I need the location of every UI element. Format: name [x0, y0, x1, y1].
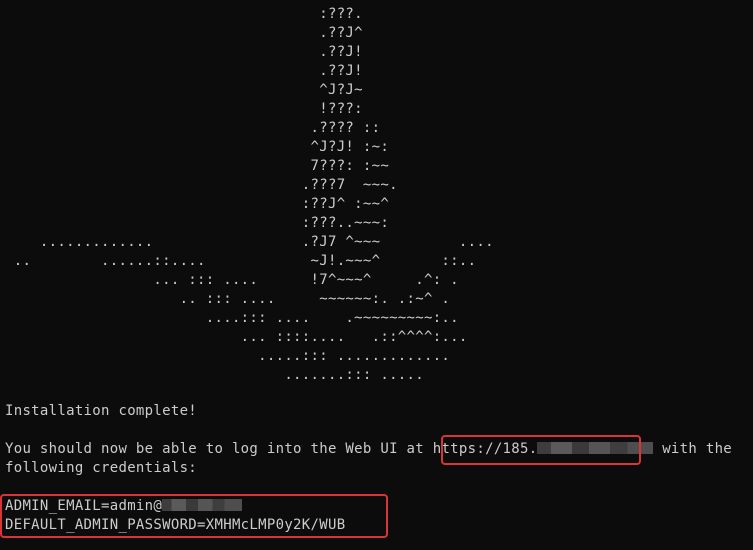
terminal-window[interactable]: :???. .??J^ .??J! .??J! ^J?J~ !???: .???…	[0, 0, 753, 550]
ascii-line: .??J!	[5, 63, 363, 79]
login-suffix-text: with the	[653, 441, 733, 457]
ascii-line: ....::: .... .~~~~~~~~~:..	[5, 310, 459, 326]
ascii-line: :??J^ :~~^	[5, 196, 390, 212]
install-complete-message: Installation complete!	[5, 403, 198, 419]
redacted-url-block	[537, 442, 654, 454]
credentials-intro-line: following credentials:	[5, 460, 198, 476]
ascii-line: .??J!	[5, 44, 363, 60]
ascii-line: .....::: .............	[5, 348, 451, 364]
ascii-line: .. ......::.... ~J!.~~~^ ::..	[5, 253, 477, 269]
admin-email-text: ADMIN_EMAIL=admin@	[5, 498, 163, 514]
login-prefix-text: You should now be able to log into the W…	[5, 441, 433, 457]
ascii-line: ... ::::.... .::^^^^:...	[5, 329, 468, 345]
ascii-line: ... ::: .... !7^~~~^ .^: .	[5, 272, 459, 288]
ascii-line: ^J?J~	[5, 82, 363, 98]
ascii-line: 7???: :~~	[5, 158, 390, 174]
ascii-line: ^J?J! :~:	[5, 139, 390, 155]
ascii-line: :???..~~~:	[5, 215, 390, 231]
admin-password-line[interactable]: DEFAULT_ADMIN_PASSWORD=XMHMcLMP0y2K/WUB	[5, 516, 345, 535]
url-text: https://185.	[432, 441, 538, 457]
ascii-line: .???7 ~~~.	[5, 177, 398, 193]
ascii-line: .......::: .....	[5, 367, 424, 383]
ascii-line: ............. .?J7 ^~~~ ....	[5, 234, 494, 250]
ascii-line: !???:	[5, 101, 363, 117]
redacted-email-block	[162, 499, 243, 511]
ascii-line: .???? ::	[5, 120, 381, 136]
ascii-line: .. ::: .... ~~~~~~:. .:~^ .	[5, 291, 451, 307]
admin-email-line[interactable]: ADMIN_EMAIL=admin@	[5, 497, 243, 516]
login-instruction-line: You should now be able to log into the W…	[5, 440, 732, 459]
web-ui-url[interactable]: https://185.	[433, 441, 654, 457]
ascii-line: :???.	[5, 6, 363, 22]
ascii-line: .??J^	[5, 25, 363, 41]
